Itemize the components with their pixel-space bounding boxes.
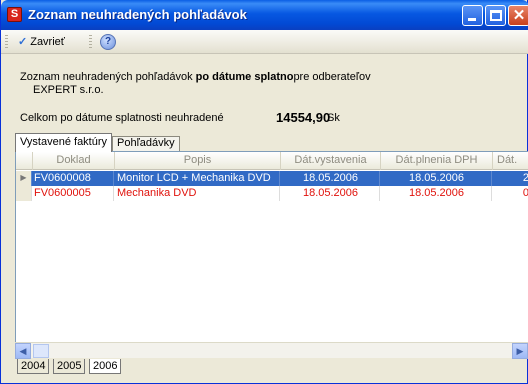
row-indicator-icon: ▶ (16, 171, 32, 186)
app-icon: S (7, 7, 22, 22)
info-bold: po dátume splatno (195, 71, 294, 83)
tab-year-2004[interactable]: 2004 (17, 359, 50, 374)
column-header-dat[interactable]: Dát. (493, 152, 528, 170)
scroll-left-icon[interactable]: ◀ (15, 343, 31, 359)
customer-name: EXPERT s.r.o. (33, 84, 104, 96)
help-icon[interactable]: ? (100, 34, 116, 50)
maximize-icon (490, 10, 502, 21)
toolbar-grip[interactable] (5, 35, 8, 49)
close-icon: ✕ (512, 7, 526, 24)
maximize-button[interactable] (485, 5, 506, 26)
cell-dat: 2 (494, 171, 528, 186)
minimize-button[interactable] (462, 5, 483, 26)
dialog-window: S Zoznam neuhradených pohľadávok ✕ ✓ Zavr… (0, 0, 528, 384)
scroll-thumb[interactable] (33, 344, 49, 358)
close-button[interactable]: ✓ Zavrieť (14, 33, 69, 51)
close-window-button[interactable]: ✕ (508, 5, 528, 26)
row-indicator (16, 186, 32, 201)
column-header-dat-plnenia-dph[interactable]: Dát.plnenia DPH (381, 152, 493, 170)
tab-year-2006[interactable]: 2006 (89, 359, 122, 374)
cell-doklad: FV0600008 (34, 171, 114, 186)
cell-dat-plnenia: 18.05.2006 (382, 186, 492, 201)
cell-dat-vystavenia: 18.05.2006 (282, 171, 380, 186)
info-prefix: Zoznam neuhradených pohľadávok (20, 71, 196, 83)
cell-dat-vystavenia: 18.05.2006 (282, 186, 380, 201)
grid-header: Doklad Popis Dát.vystavenia Dát.plnenia … (16, 152, 528, 170)
table-row[interactable]: FV0600005 Mechanika DVD 18.05.2006 18.05… (16, 186, 528, 201)
scroll-right-icon[interactable]: ▶ (512, 343, 528, 359)
window-title: Zoznam neuhradených pohľadávok (28, 7, 247, 22)
title-bar[interactable]: S Zoznam neuhradených pohľadávok ✕ (1, 0, 528, 30)
cell-popis: Monitor LCD + Mechanika DVD (117, 171, 280, 186)
tab-vystavene-faktury[interactable]: Vystavené faktúry (15, 133, 113, 152)
cell-dat: 0 (494, 186, 528, 201)
total-value: 14554,90 (276, 110, 331, 125)
checkmark-icon: ✓ (18, 36, 28, 48)
info-suffix: pre odberateľov (293, 71, 371, 83)
minimize-icon (468, 18, 476, 21)
invoice-grid: Doklad Popis Dát.vystavenia Dát.plnenia … (15, 151, 528, 358)
cell-doklad: FV0600005 (34, 186, 114, 201)
column-header-dat-vystavenia[interactable]: Dát.vystavenia (281, 152, 381, 170)
cell-popis: Mechanika DVD (117, 186, 280, 201)
horizontal-scrollbar[interactable]: ◀ ▶ (15, 342, 528, 359)
toolbar: ✓ Zavrieť ? (1, 30, 528, 54)
currency-label: Sk (327, 112, 340, 124)
header-indicator (16, 152, 33, 170)
tab-pohladavky[interactable]: Pohľadávky (112, 136, 180, 151)
info-line-1: Zoznam neuhradených pohľadávok po dátume… (20, 71, 371, 83)
year-tabs: 2004 2005 2006 (15, 359, 528, 375)
table-row[interactable]: ▶ FV0600008 Monitor LCD + Mechanika DVD … (16, 171, 528, 186)
toolbar-separator (89, 35, 92, 49)
cell-dat-plnenia: 18.05.2006 (382, 171, 492, 186)
column-header-doklad[interactable]: Doklad (33, 152, 115, 170)
column-header-popis[interactable]: Popis (115, 152, 281, 170)
total-label: Celkom po dátume splatnosti neuhradené (20, 112, 224, 124)
close-button-label: Zavrieť (30, 36, 65, 48)
tab-year-2005[interactable]: 2005 (53, 359, 86, 374)
